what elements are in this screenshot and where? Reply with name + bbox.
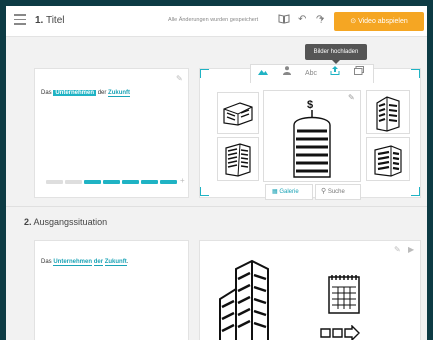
progress-segment: [141, 180, 158, 184]
scene1-word-highlight[interactable]: Unternehmen: [53, 90, 97, 96]
scene2-number: 2.: [24, 217, 32, 227]
book-icon[interactable]: [278, 14, 290, 28]
upload-tooltip: Bilder hochladen: [305, 44, 367, 64]
divider: [6, 206, 427, 207]
pencil-icon[interactable]: ✎: [176, 74, 183, 83]
scene2-title-text: Ausgangssituation: [33, 217, 108, 227]
gallery-label: Galerie: [279, 189, 299, 195]
building-thumb-selected[interactable]: $ ✎: [263, 90, 361, 182]
play-icon: ⊙: [350, 18, 357, 25]
scene2-word3[interactable]: Zukunft: [104, 259, 127, 266]
progress-segment: [46, 180, 63, 184]
frame-corner: [411, 69, 420, 78]
building-icon: [225, 143, 251, 177]
top-bar: 1. Titel Alle Änderungen wurden gespeich…: [6, 6, 427, 37]
progress-segment: [160, 180, 177, 184]
progress-segment: [122, 180, 139, 184]
title-number: 1.: [35, 15, 44, 26]
picker-tabs: Abc: [250, 64, 374, 83]
skyscraper-icon: $: [293, 99, 331, 178]
scene2-text[interactable]: Das Unternehmen der Zukunft.: [41, 259, 129, 266]
undo-icon[interactable]: ↶: [298, 14, 306, 26]
building-thumb-2[interactable]: [217, 137, 259, 181]
scene2-suffix: .: [126, 259, 129, 265]
upload-icon[interactable]: [323, 65, 347, 83]
play-video-button[interactable]: ⊙ Video abspielen: [334, 12, 424, 31]
menu-icon[interactable]: [14, 14, 26, 28]
progress-segment: [84, 180, 101, 184]
scene2-text-card[interactable]: Das Unternehmen der Zukunft.: [34, 240, 189, 340]
calendar-icon: [328, 275, 360, 314]
search-icon: ⚲: [321, 188, 327, 195]
scene1-text[interactable]: Das Unternehmen der Zukunft: [41, 90, 131, 97]
search-button[interactable]: ⚲ Suche: [315, 184, 361, 200]
building-thumb-1[interactable]: [217, 92, 259, 134]
image-icon[interactable]: [347, 65, 371, 83]
building-thumb-3[interactable]: [366, 90, 410, 134]
scene2-prefix: Das: [41, 259, 52, 265]
search-label: Suche: [327, 189, 345, 195]
gallery-button[interactable]: ▦ Galerie: [265, 184, 313, 200]
scene2-title[interactable]: 2. Ausgangssituation: [24, 217, 107, 227]
building-thumb-4[interactable]: [366, 137, 410, 181]
scene1-prefix: Das: [41, 90, 52, 96]
scene-progress: +: [46, 176, 186, 185]
play-label: Video abspielen: [358, 18, 408, 25]
progress-segment: [65, 180, 82, 184]
grid-icon: ▦: [272, 189, 278, 195]
text-icon[interactable]: Abc: [299, 65, 323, 83]
scene1-mid: der: [97, 90, 107, 96]
landscape-icon[interactable]: [251, 65, 275, 83]
svg-text:$: $: [307, 99, 313, 111]
picker-footer: ▦ Galerie ⚲ Suche: [265, 184, 361, 200]
project-title[interactable]: 1. Titel: [35, 15, 64, 26]
arrow-icon: [320, 325, 360, 340]
progress-segment: [103, 180, 120, 184]
building-icon: [376, 96, 400, 132]
editor-frame: 1. Titel Alle Änderungen wurden gespeich…: [6, 6, 427, 340]
frame-corner: [200, 69, 209, 78]
saved-status: Alle Änderungen wurden gespeichert: [168, 17, 259, 23]
person-icon[interactable]: [275, 65, 299, 83]
building-icon: [223, 102, 253, 126]
add-icon[interactable]: +: [180, 176, 185, 185]
scene2-image-card[interactable]: ✎ ▶: [199, 240, 421, 340]
play-small-icon[interactable]: ▶: [408, 245, 414, 254]
scene2-word2[interactable]: der: [93, 259, 104, 266]
office-buildings-icon: [219, 259, 269, 340]
edit-icon[interactable]: ✎: [348, 93, 355, 102]
frame-corner: [200, 187, 209, 196]
scene2-word1[interactable]: Unternehmen: [53, 259, 93, 266]
help-button[interactable]: ?: [319, 15, 323, 27]
frame-corner: [411, 187, 420, 196]
scene1-word-link[interactable]: Zukunft: [108, 90, 131, 97]
title-text: Titel: [45, 15, 65, 26]
pencil-icon[interactable]: ✎: [394, 245, 401, 254]
building-icon: [374, 145, 402, 177]
